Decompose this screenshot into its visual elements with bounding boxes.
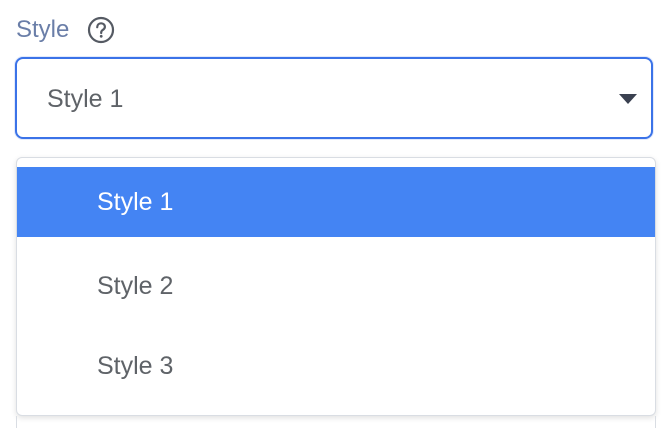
field-label-row: Style bbox=[16, 14, 115, 46]
menu-item-style-2[interactable]: Style 2 bbox=[17, 251, 655, 321]
style-field: Style Style 1 Style 1 Style 2 Style 3 bbox=[0, 0, 672, 428]
menu-item-label: Style 1 bbox=[97, 187, 174, 216]
menu-item-label: Style 2 bbox=[97, 271, 174, 300]
menu-item-style-3[interactable]: Style 3 bbox=[17, 331, 655, 401]
menu-item-style-1[interactable]: Style 1 bbox=[17, 167, 655, 237]
field-label: Style bbox=[16, 16, 70, 43]
menu-item-label: Style 3 bbox=[97, 351, 174, 380]
select-value: Style 1 bbox=[47, 85, 124, 113]
underlying-panel-edge bbox=[16, 416, 656, 428]
dropdown-menu: Style 1 Style 2 Style 3 bbox=[16, 157, 656, 416]
style-select[interactable]: Style 1 bbox=[15, 57, 653, 139]
caret-down-icon[interactable] bbox=[619, 94, 637, 104]
question-circle-icon[interactable] bbox=[87, 16, 115, 44]
